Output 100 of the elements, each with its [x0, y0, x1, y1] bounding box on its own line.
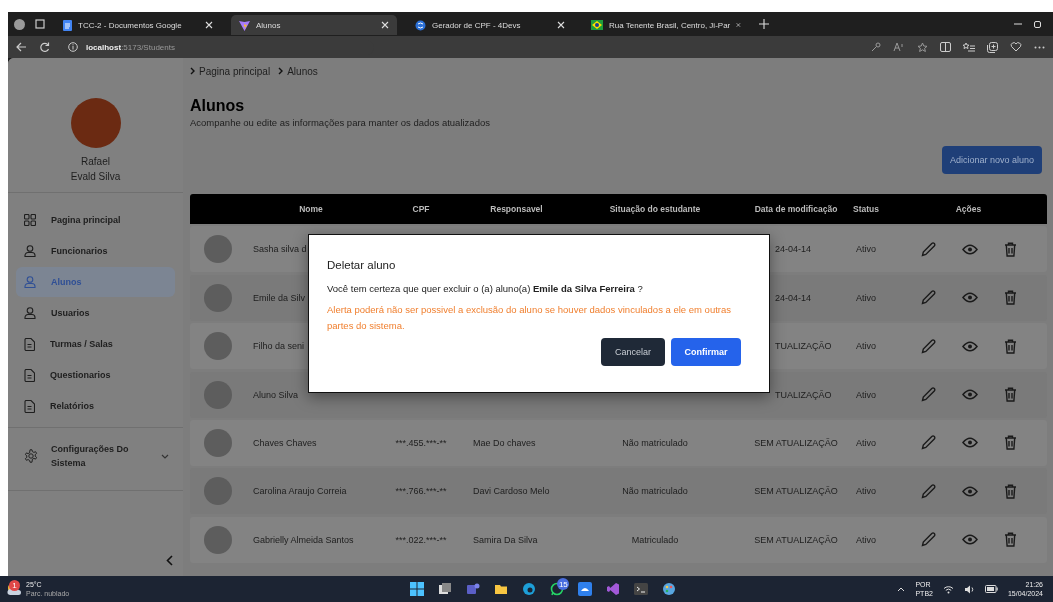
- page-subtitle: Acompanhe ou edite as informações para manter os dados atualizados: [190, 117, 491, 128]
- column-header: Status: [852, 204, 880, 214]
- photo-placeholder: [204, 477, 232, 506]
- dialog-title: Deletar aluno: [327, 259, 397, 271]
- flag-icon: [591, 20, 603, 30]
- reload-icon[interactable]: [39, 41, 50, 53]
- status-text: Ativo: [856, 244, 876, 255]
- read-aloud-icon[interactable]: [893, 42, 905, 52]
- enrollment-status: Não matriculado: [622, 486, 688, 497]
- warning-message: Alerta poderá não ser possivel a exclusão do aluno se houver dados vinculados a ele em outras partes do sistema.: [327, 303, 732, 333]
- profile-icon[interactable]: [14, 18, 25, 30]
- lightning-icon: [239, 19, 250, 31]
- more-icon[interactable]: [1034, 45, 1045, 49]
- photo-placeholder: [204, 428, 232, 457]
- chevron-icon: [278, 67, 284, 75]
- delete-icon[interactable]: [1003, 241, 1017, 257]
- edit-icon[interactable]: [920, 387, 936, 403]
- close-icon[interactable]: [557, 21, 565, 29]
- restore-icon[interactable]: [1033, 19, 1043, 29]
- document-icon: [63, 19, 72, 31]
- terminal-icon[interactable]: [634, 582, 649, 596]
- view-icon[interactable]: [961, 340, 978, 352]
- photo-placeholder: [204, 380, 232, 409]
- add-student-button[interactable]: Adicionar novo aluno: [941, 146, 1042, 174]
- page-title: Alunos: [190, 96, 246, 116]
- chevron-icon: [161, 453, 169, 459]
- browser-tab[interactable]: Rua Tenente Brasil, Centro, Ji-Par: [583, 15, 749, 35]
- delete-icon[interactable]: [1003, 532, 1017, 548]
- column-header: Responsavel: [489, 204, 544, 214]
- user-last-name: Evald Silva: [70, 170, 121, 184]
- paint-icon[interactable]: [662, 582, 677, 596]
- view-icon[interactable]: [961, 437, 978, 449]
- delete-icon[interactable]: [1003, 483, 1017, 499]
- globe-icon: [415, 19, 426, 31]
- view-icon[interactable]: [961, 292, 978, 304]
- delete-icon[interactable]: [1003, 338, 1017, 354]
- task-view-icon[interactable]: [438, 582, 453, 596]
- cpf-text: ***.766.***-**: [395, 486, 447, 497]
- chevron-up-icon[interactable]: [897, 586, 906, 592]
- view-icon[interactable]: [961, 389, 978, 401]
- tab-title: Gerador de CPF - 4Devs: [432, 20, 522, 30]
- edit-icon[interactable]: [920, 532, 936, 548]
- status-text: Ativo: [856, 437, 876, 448]
- volume-icon[interactable]: [963, 584, 975, 594]
- sidebar-item[interactable]: Usuarios: [16, 298, 175, 328]
- wifi-icon[interactable]: [942, 584, 954, 594]
- edit-icon[interactable]: [920, 290, 936, 306]
- close-icon[interactable]: [381, 21, 389, 29]
- browser-tab[interactable]: TCC-2 - Documentos Google: [55, 15, 221, 35]
- sidebar-item[interactable]: Relatórios: [16, 391, 175, 421]
- settings-icon: [24, 449, 38, 463]
- cancel-button[interactable]: Cancelar: [601, 338, 665, 366]
- heart-icon[interactable]: [1010, 42, 1022, 52]
- favorites-icon[interactable]: [963, 42, 975, 52]
- sidebar-item[interactable]: Funcionarios: [16, 236, 175, 266]
- student-name: Filho da seni: [253, 341, 305, 352]
- delete-icon[interactable]: [1003, 435, 1017, 451]
- profile-picture-placeholder: [70, 98, 121, 148]
- sidebar-item[interactable]: Questionarios: [16, 360, 175, 390]
- collections-icon[interactable]: [987, 41, 998, 53]
- edit-icon[interactable]: [920, 483, 936, 499]
- view-icon[interactable]: [961, 534, 978, 546]
- confirm-button[interactable]: Confirmar: [671, 338, 741, 366]
- back-icon[interactable]: [16, 42, 27, 52]
- photo-placeholder: [204, 235, 232, 264]
- delete-icon[interactable]: [1003, 290, 1017, 306]
- confirmation-message: Você tem certeza que quer excluir o (a) aluno(a) Emile da Silva Ferreira ?: [327, 283, 644, 294]
- breadcrumb-link[interactable]: Alunos: [278, 65, 318, 77]
- battery-icon[interactable]: [984, 585, 998, 593]
- app-icon[interactable]: [578, 582, 593, 596]
- view-icon[interactable]: [961, 243, 978, 255]
- edit-icon[interactable]: [920, 338, 936, 354]
- student-name: Gabrielly Almeida Santos: [253, 534, 354, 545]
- student-name: Chaves Chaves: [253, 437, 317, 448]
- view-icon[interactable]: [961, 485, 978, 497]
- guardian-name: Mae Do chaves: [473, 437, 536, 448]
- sidebar-item[interactable]: Turmas / Salas: [16, 329, 175, 359]
- sidebar-item[interactable]: Pagina principal: [16, 205, 175, 235]
- edit-icon[interactable]: [920, 435, 936, 451]
- close-icon[interactable]: [205, 21, 213, 29]
- browser-tab[interactable]: Gerador de CPF - 4Devs: [407, 15, 573, 35]
- user-icon: [24, 307, 36, 319]
- user-icon: [24, 276, 36, 288]
- modified-date: 24-04-14: [775, 244, 812, 255]
- star-icon[interactable]: [917, 41, 928, 53]
- modified-date: SEM ATUALIZAÇÃO: [754, 437, 838, 448]
- split-screen-icon[interactable]: [940, 42, 951, 52]
- new-tab-icon[interactable]: [759, 19, 769, 29]
- tab-actions-icon[interactable]: [35, 19, 45, 29]
- settings-menu[interactable]: Configurações Do Sistema: [8, 428, 183, 491]
- cpf-text: ***.455.***-**: [395, 437, 447, 448]
- browser-tab[interactable]: Alunos: [231, 15, 397, 35]
- collapse-icon[interactable]: [166, 555, 173, 566]
- modified-date: SEM ATUALIZAÇÃO: [754, 486, 838, 497]
- edit-icon[interactable]: [920, 241, 936, 257]
- document-icon: [24, 399, 35, 413]
- breadcrumb-link[interactable]: Pagina principal: [190, 65, 271, 77]
- delete-icon[interactable]: [1003, 387, 1017, 403]
- folder-icon[interactable]: [494, 582, 509, 596]
- key-icon[interactable]: [871, 42, 881, 52]
